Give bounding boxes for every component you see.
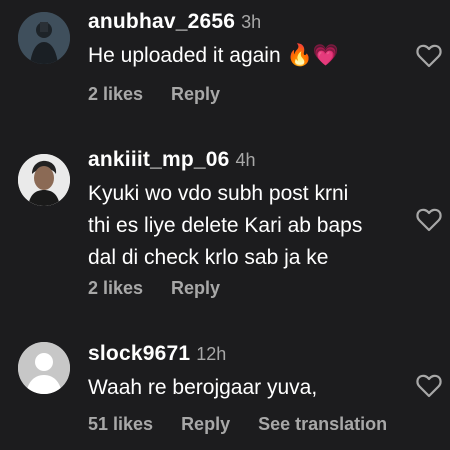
- reply-button[interactable]: Reply: [171, 84, 220, 105]
- timestamp: 4h: [235, 150, 256, 170]
- comment-actions: 2 likes Reply: [88, 84, 220, 105]
- avatar[interactable]: [18, 342, 70, 394]
- likes-count[interactable]: 2 likes: [88, 84, 143, 105]
- avatar[interactable]: [18, 12, 70, 64]
- profile-photo-icon: [18, 154, 70, 206]
- comment-header: ankiiit_mp_06 4h: [88, 148, 400, 176]
- heart-outline-icon[interactable]: [416, 208, 442, 232]
- avatar[interactable]: [18, 154, 70, 206]
- comment-body: ankiiit_mp_06 4h Kyuki wo vdo subh post …: [88, 148, 400, 274]
- profile-photo-icon: [18, 12, 70, 64]
- comment-actions: 2 likes Reply: [88, 278, 220, 299]
- comment-body: slock9671 12h Waah re berojgaar yuva,: [88, 342, 400, 404]
- default-avatar-icon: [18, 342, 70, 394]
- reply-button[interactable]: Reply: [181, 414, 230, 435]
- comment-text: Waah re berojgaar yuva,: [88, 376, 318, 399]
- comment-actions: 51 likes Reply See translation: [88, 414, 387, 435]
- reply-button[interactable]: Reply: [171, 278, 220, 299]
- likes-count[interactable]: 51 likes: [88, 414, 153, 435]
- comment-header: anubhav_2656 3h: [88, 10, 400, 38]
- comment-header: slock9671 12h: [88, 342, 400, 370]
- timestamp: 12h: [196, 344, 227, 364]
- see-translation-button[interactable]: See translation: [258, 414, 387, 435]
- comment-text: He uploaded it again 🔥💗: [88, 44, 339, 67]
- comments-list: anubhav_2656 3h He uploaded it again 🔥💗 …: [0, 0, 450, 450]
- likes-count[interactable]: 2 likes: [88, 278, 143, 299]
- timestamp: 3h: [241, 12, 262, 32]
- heart-outline-icon[interactable]: [416, 44, 442, 68]
- username[interactable]: ankiiit_mp_06: [88, 148, 230, 172]
- username[interactable]: slock9671: [88, 342, 190, 366]
- heart-outline-icon[interactable]: [416, 374, 442, 398]
- comment-body: anubhav_2656 3h He uploaded it again 🔥💗: [88, 10, 400, 72]
- comment-text: Kyuki wo vdo subh post krni thi es liye …: [88, 182, 363, 269]
- username[interactable]: anubhav_2656: [88, 10, 235, 34]
